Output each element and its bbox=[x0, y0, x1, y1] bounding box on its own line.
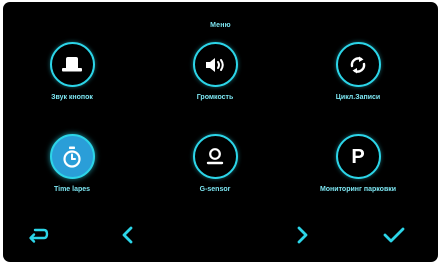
menu-item-circle bbox=[49, 42, 95, 87]
parking-p-icon: P bbox=[351, 145, 365, 168]
button-sound-icon bbox=[62, 56, 82, 71]
chevron-right-icon bbox=[297, 226, 308, 244]
menu-item-circle bbox=[335, 42, 381, 87]
menu-item-circle bbox=[192, 134, 238, 179]
menu-item-label: Мониторинг парковки bbox=[319, 186, 397, 193]
chevron-left-icon bbox=[122, 226, 133, 244]
timer-icon bbox=[63, 146, 81, 168]
menu-item-label: G-sensor bbox=[199, 186, 231, 193]
menu-item-volume[interactable]: Громкость bbox=[160, 42, 270, 101]
menu-item-parking-monitor[interactable]: P Мониторинг парковки bbox=[303, 134, 413, 193]
menu-item-time-lapse[interactable]: Time lapes bbox=[17, 134, 127, 193]
checkmark-icon bbox=[383, 227, 405, 243]
menu-item-circle bbox=[192, 42, 238, 87]
confirm-button[interactable] bbox=[381, 224, 407, 246]
page-title: Меню bbox=[210, 22, 231, 29]
menu-item-label: Time lapes bbox=[53, 186, 91, 193]
menu-screen: Меню Звук кнопок Громкость Цикл.Записи T… bbox=[3, 2, 438, 262]
back-return-icon bbox=[29, 228, 49, 243]
volume-icon bbox=[206, 57, 224, 72]
menu-item-button-sound[interactable]: Звук кнопок bbox=[17, 42, 127, 101]
menu-item-circle: P bbox=[335, 134, 381, 179]
menu-item-loop-recording[interactable]: Цикл.Записи bbox=[303, 42, 413, 101]
menu-item-circle-selected bbox=[49, 134, 95, 179]
menu-item-label: Цикл.Записи bbox=[335, 94, 381, 101]
previous-button[interactable] bbox=[115, 224, 141, 246]
next-button[interactable] bbox=[289, 224, 315, 246]
menu-item-label: Звук кнопок bbox=[51, 94, 93, 101]
loop-recording-icon bbox=[350, 56, 366, 73]
menu-item-g-sensor[interactable]: G-sensor bbox=[160, 134, 270, 193]
g-sensor-icon bbox=[206, 147, 224, 164]
back-button[interactable] bbox=[25, 224, 51, 246]
menu-item-label: Громкость bbox=[196, 94, 234, 101]
